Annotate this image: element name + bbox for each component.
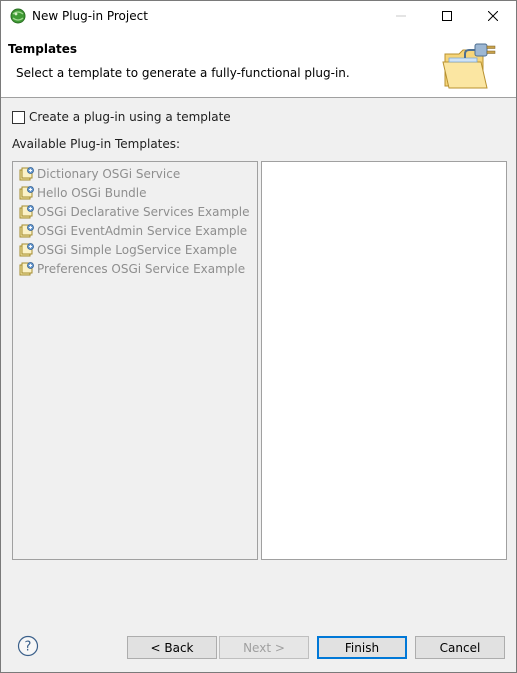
template-label: OSGi EventAdmin Service Example <box>37 223 248 238</box>
use-template-checkbox[interactable] <box>12 110 25 124</box>
folder-plug-icon <box>442 43 496 89</box>
template-list-item[interactable]: Dictionary OSGi Service <box>13 164 257 183</box>
close-button[interactable] <box>470 1 516 31</box>
template-icon <box>19 223 34 237</box>
minimize-button[interactable] <box>378 1 424 31</box>
use-template-option[interactable]: Create a plug-in using a template <box>12 110 231 124</box>
help-icon[interactable]: ? <box>17 635 39 657</box>
template-list-item[interactable]: OSGi EventAdmin Service Example <box>13 221 257 240</box>
template-label: Hello OSGi Bundle <box>37 185 147 200</box>
template-icon <box>19 166 34 180</box>
back-button[interactable]: < Back <box>127 636 217 659</box>
template-list-item[interactable]: Preferences OSGi Service Example <box>13 259 257 278</box>
wizard-header: Templates Select a template to generate … <box>1 31 516 98</box>
use-template-label: Create a plug-in using a template <box>29 110 231 124</box>
template-list[interactable]: Dictionary OSGi Service Hello OSGi Bundle… <box>12 161 258 560</box>
template-label: OSGi Declarative Services Example <box>37 204 250 219</box>
template-label: Preferences OSGi Service Example <box>37 261 246 276</box>
template-icon <box>19 261 34 275</box>
eclipse-pde-icon <box>10 8 26 24</box>
page-title: Templates <box>8 42 78 56</box>
template-icon <box>19 204 34 218</box>
close-icon <box>488 11 498 21</box>
template-list-item[interactable]: Hello OSGi Bundle <box>13 183 257 202</box>
cancel-button[interactable]: Cancel <box>415 636 505 659</box>
template-label: Dictionary OSGi Service <box>37 166 181 181</box>
dialog-window: New Plug-in Project Templates Select a t… <box>0 0 517 673</box>
available-templates-label: Available Plug-in Templates: <box>12 137 181 151</box>
maximize-icon <box>442 11 452 21</box>
template-list-item[interactable]: OSGi Declarative Services Example <box>13 202 257 221</box>
finish-button[interactable]: Finish <box>317 636 407 659</box>
template-icon <box>19 242 34 256</box>
minimize-icon <box>396 15 406 17</box>
template-list-item[interactable]: OSGi Simple LogService Example <box>13 240 257 259</box>
template-description-pane <box>261 161 507 560</box>
page-description: Select a template to generate a fully-fu… <box>16 66 350 80</box>
next-button[interactable]: Next > <box>219 636 309 659</box>
title-bar[interactable]: New Plug-in Project <box>1 1 516 31</box>
template-icon <box>19 185 34 199</box>
template-label: OSGi Simple LogService Example <box>37 242 237 257</box>
maximize-button[interactable] <box>424 1 470 31</box>
svg-text:?: ? <box>25 640 32 655</box>
window-title: New Plug-in Project <box>32 9 148 23</box>
